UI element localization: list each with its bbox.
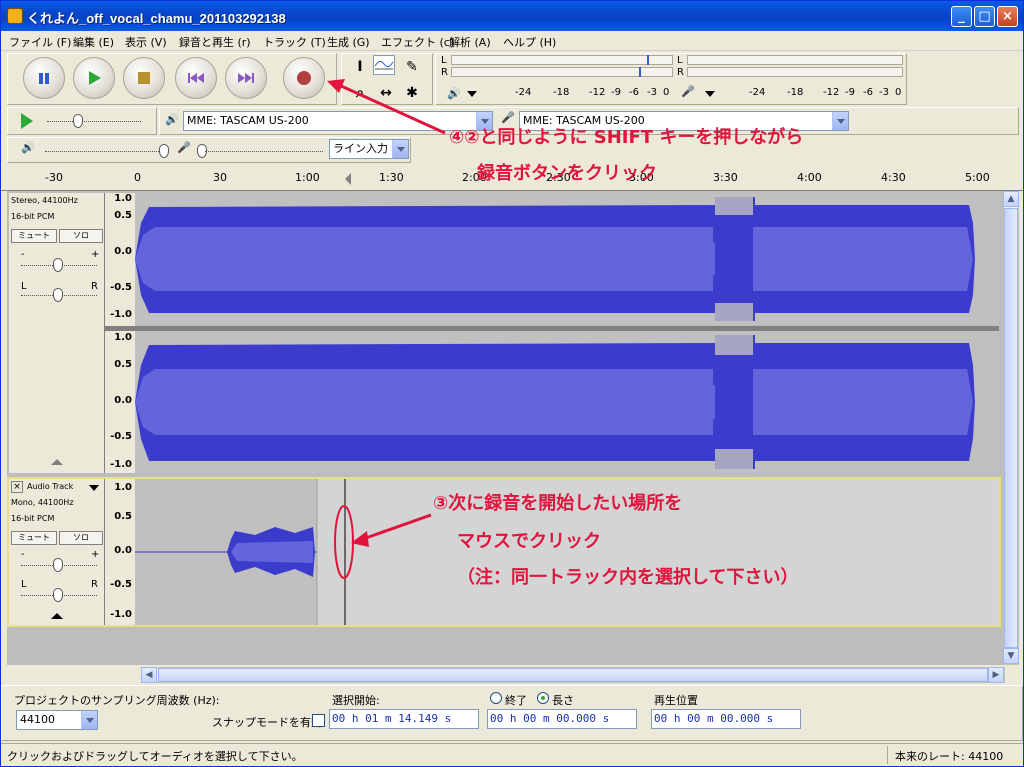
annotation-step3-line3: （注：同一トラック内を選択して下さい）: [457, 567, 799, 588]
annotation-step4-line2: 録音ボタンをクリック: [477, 163, 657, 184]
annotation-arrow-record: [338, 83, 446, 135]
annotation-step4-line1: ④②と同じように SHIFT キーを押しながら: [449, 127, 804, 148]
annotation-step3-line1: ③次に録音を開始したい場所を: [433, 493, 683, 514]
annotation-circle: [334, 505, 354, 579]
annotation-arrow-click: [362, 513, 432, 541]
annotation-step3-line2: マウスでクリック: [457, 531, 601, 552]
annotation-overlay: [327, 79, 446, 579]
audacity-window: くれよん_off_vocal_chamu_201103292138 _ □ × …: [0, 0, 1024, 767]
